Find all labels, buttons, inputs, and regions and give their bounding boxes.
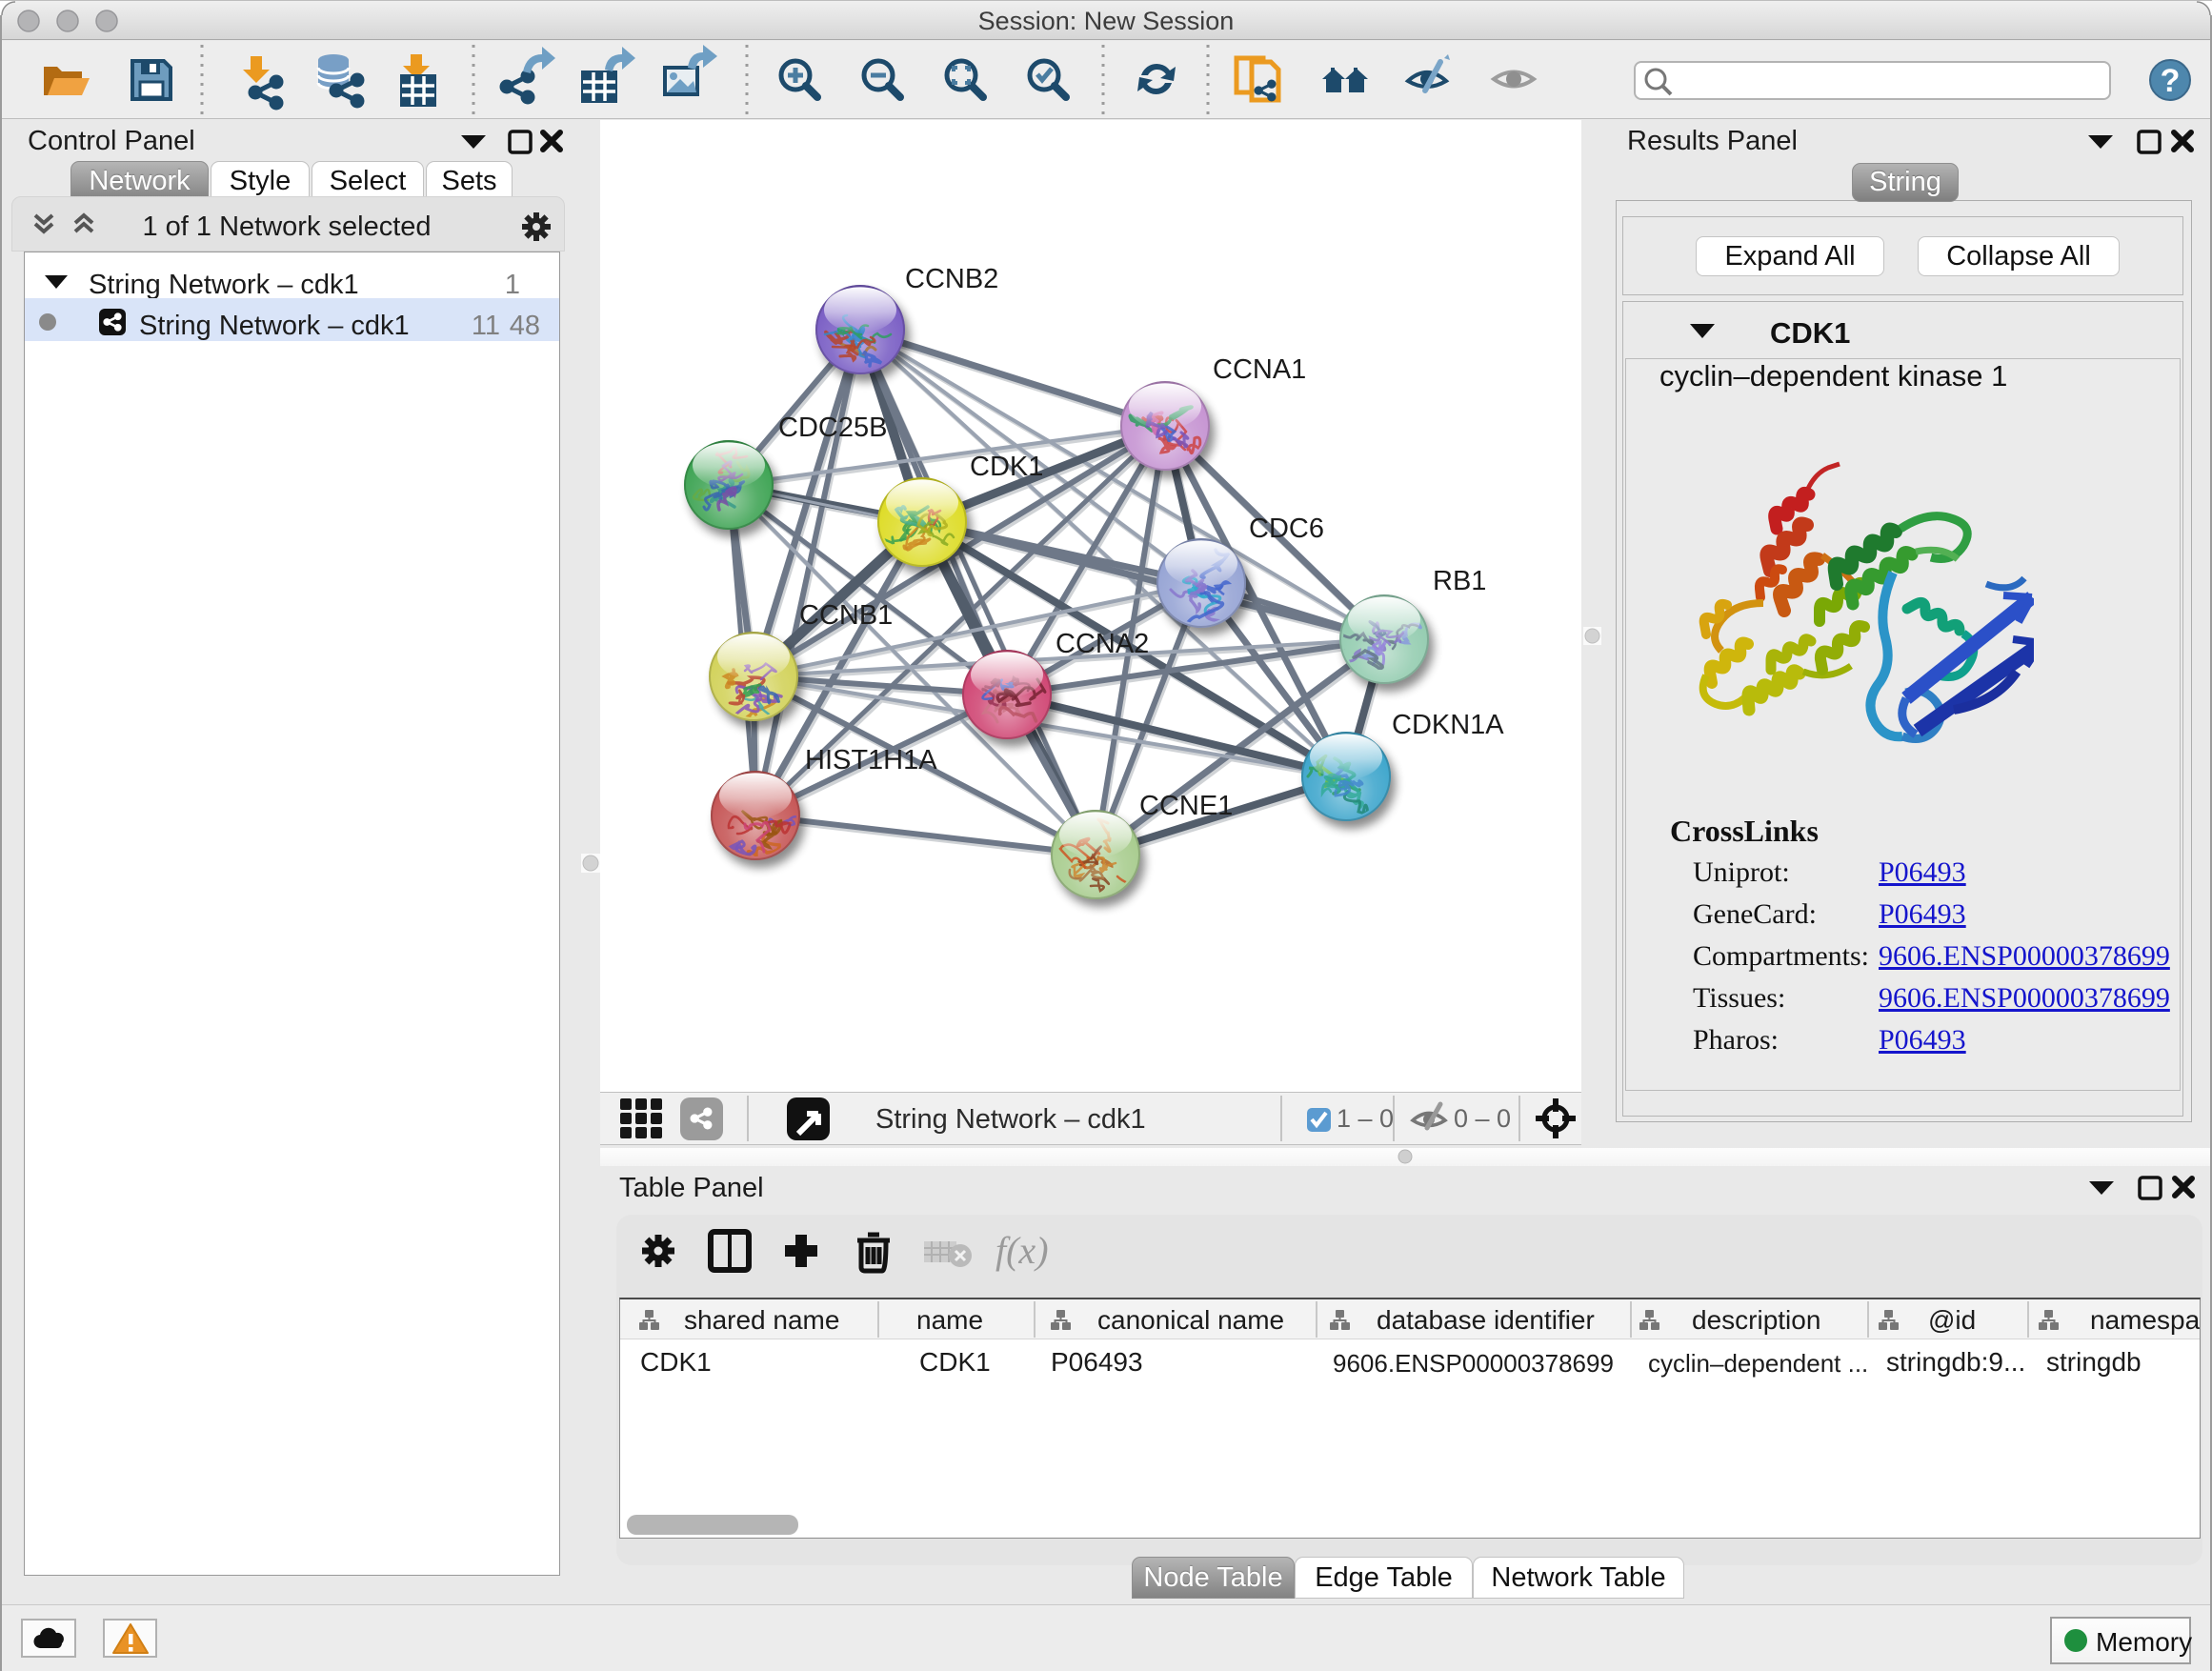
svg-text:f(x): f(x) xyxy=(995,1229,1049,1272)
svg-text:?: ? xyxy=(2161,63,2181,99)
svg-text:String Network – cdk1: String Network – cdk1 xyxy=(875,1104,1146,1135)
svg-text:CDK1: CDK1 xyxy=(970,452,1043,482)
svg-text:name: name xyxy=(916,1305,983,1335)
svg-text:CDKN1A: CDKN1A xyxy=(1392,710,1504,740)
svg-text:0 – 0: 0 – 0 xyxy=(1454,1104,1511,1133)
svg-text:database identifier: database identifier xyxy=(1377,1305,1595,1335)
svg-text:canonical name: canonical name xyxy=(1097,1305,1284,1335)
svg-text:CCNA1: CCNA1 xyxy=(1213,354,1306,385)
svg-text:CCNA2: CCNA2 xyxy=(1056,629,1149,659)
svg-text:CDC6: CDC6 xyxy=(1249,513,1324,544)
svg-text:HIST1H1A: HIST1H1A xyxy=(805,745,937,775)
svg-text:CCNB1: CCNB1 xyxy=(799,600,893,631)
svg-text:@id: @id xyxy=(1928,1305,1976,1335)
svg-text:shared name: shared name xyxy=(684,1305,839,1335)
svg-text:description: description xyxy=(1692,1305,1820,1335)
svg-text:namespac: namespac xyxy=(2090,1305,2200,1335)
svg-text:CCNE1: CCNE1 xyxy=(1139,791,1233,821)
svg-text:CCNB2: CCNB2 xyxy=(905,264,998,294)
svg-text:RB1: RB1 xyxy=(1433,566,1486,596)
svg-text:CDC25B: CDC25B xyxy=(778,413,887,443)
svg-text:1 – 0: 1 – 0 xyxy=(1337,1104,1394,1133)
